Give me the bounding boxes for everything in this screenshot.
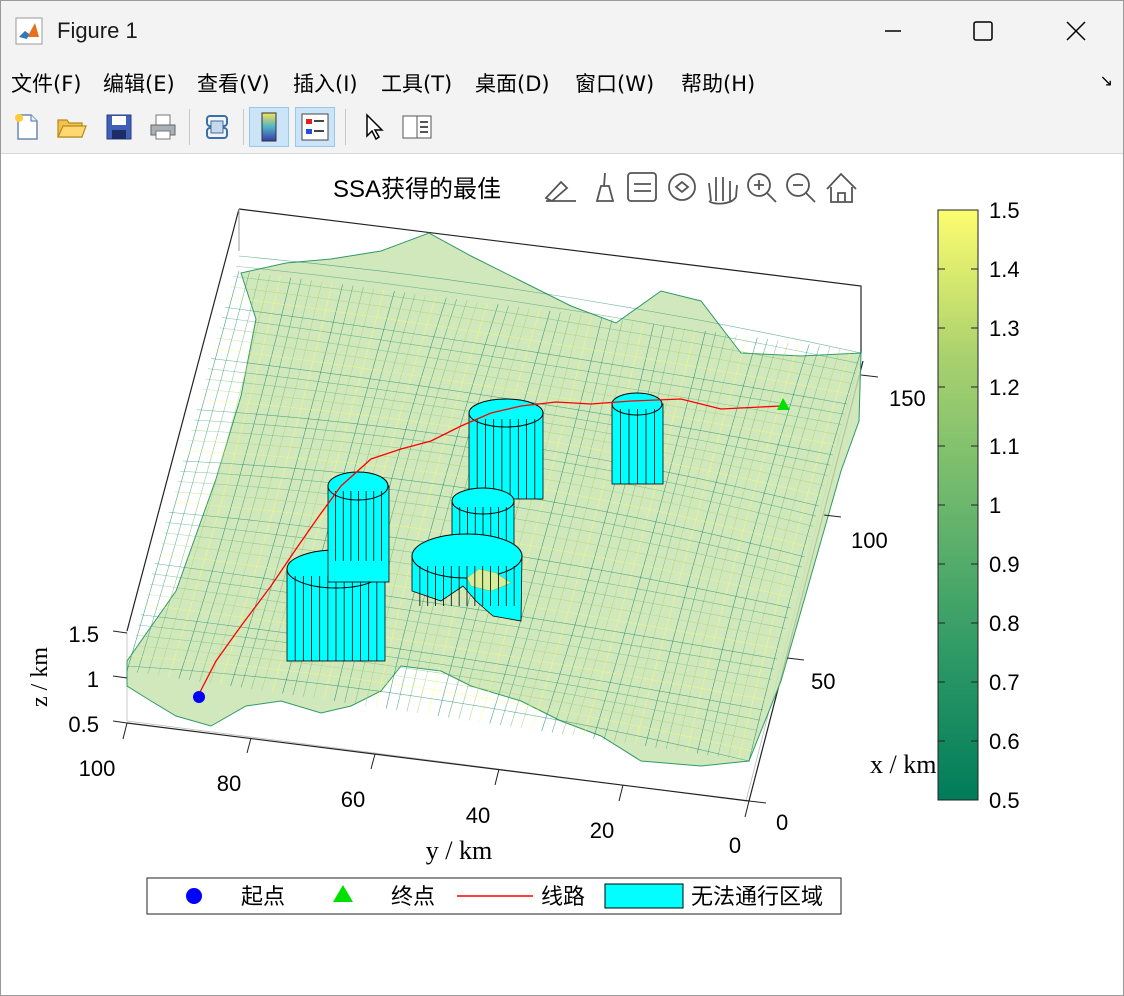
y-tick-label: 20	[590, 818, 614, 843]
y-axis-label: y / km	[426, 836, 492, 865]
title-bar[interactable]: Figure 1	[1, 1, 1123, 61]
matlab-app-icon	[15, 17, 43, 45]
colorbar-icon	[261, 112, 277, 142]
legend-label: 线路	[541, 884, 585, 909]
obstacle-cylinder	[611, 392, 664, 485]
toolbar-separator	[243, 109, 244, 145]
legend-label: 无法通行区域	[691, 884, 823, 909]
x-axis-label: x / km	[870, 750, 936, 779]
open-file-button[interactable]	[51, 107, 91, 147]
window-title: Figure 1	[57, 18, 138, 43]
colorbar-button[interactable]	[249, 107, 289, 147]
x-tick-label: 150	[889, 386, 926, 411]
link-plot-button[interactable]	[197, 107, 237, 147]
toolbar-separator	[189, 109, 190, 145]
figure-toolbar	[1, 101, 1123, 154]
colorbar-tick-label: 1.1	[989, 434, 1020, 459]
plot-svg: SSA获得的最佳 1.5 1 0.5 z / km 100 80 60 40 2…	[27, 172, 1020, 915]
menu-tools[interactable]: 工具(T)	[381, 68, 452, 98]
menu-desktop[interactable]: 桌面(D)	[475, 68, 550, 98]
close-icon	[1066, 21, 1086, 41]
colorbar-tick-label: 0.9	[989, 552, 1020, 577]
colorbar-tick-label: 0.5	[989, 788, 1020, 813]
x-tick-label: 50	[811, 669, 835, 694]
start-point-marker	[193, 691, 205, 703]
legend-obstacle-patch	[604, 883, 684, 909]
y-tick-label: 0	[729, 833, 741, 858]
brush-edit-icon[interactable]	[544, 180, 576, 203]
menu-bar: 文件(F) 编辑(E) 查看(V) 插入(I) 工具(T) 桌面(D) 窗口(W…	[1, 61, 1123, 101]
x-tick-label: 0	[776, 810, 788, 835]
menu-view[interactable]: 查看(V)	[197, 68, 270, 98]
y-tick-label: 60	[341, 787, 365, 812]
new-figure-button[interactable]	[7, 107, 47, 147]
menu-edit[interactable]: 编辑(E)	[103, 68, 175, 98]
save-icon	[106, 114, 132, 140]
y-tick-label: 100	[79, 756, 116, 781]
legend-button[interactable]	[295, 107, 335, 147]
menu-window[interactable]: 窗口(W)	[575, 68, 654, 98]
home-icon[interactable]	[826, 172, 857, 203]
x-tick-label: 100	[851, 528, 888, 553]
figure-canvas: SSA获得的最佳 1.5 1 0.5 z / km 100 80 60 40 2…	[1, 154, 1123, 995]
save-button[interactable]	[99, 107, 139, 147]
print-icon	[150, 114, 176, 140]
dock-arrow-icon[interactable]: ↘	[1100, 71, 1113, 90]
zoom-out-icon[interactable]	[786, 173, 816, 203]
y-tick-label: 40	[466, 803, 490, 828]
z-axis-label: z / km	[27, 647, 53, 707]
minimize-button[interactable]	[853, 1, 933, 61]
toolbar-separator	[345, 109, 346, 145]
obstacle-cylinder	[327, 471, 390, 583]
legend-label: 起点	[241, 884, 285, 909]
colorbar-tick-label: 1.3	[989, 316, 1020, 341]
chart-title: SSA获得的最佳	[333, 176, 501, 203]
legend-label: 终点	[391, 884, 435, 909]
new-figure-icon	[15, 114, 38, 140]
legend[interactable]: 起点 终点 线路 无法通行区域	[146, 877, 842, 915]
obstacle-cylinder	[468, 398, 544, 500]
colorbar-tick-label: 0.8	[989, 611, 1020, 636]
colorbar-tick-label: 1.2	[989, 375, 1020, 400]
menu-help[interactable]: 帮助(H)	[681, 68, 755, 98]
property-inspector-icon	[402, 115, 432, 139]
colorbar-tick-label: 0.7	[989, 670, 1020, 695]
maximize-button[interactable]	[943, 1, 1023, 61]
data-brush-icon[interactable]	[595, 172, 615, 202]
z-tick-label: 1.5	[68, 622, 99, 647]
link-plot-icon	[206, 115, 228, 139]
z-tick-label: 0.5	[68, 712, 99, 737]
zoom-in-icon[interactable]	[747, 173, 777, 203]
pointer-button[interactable]	[353, 107, 393, 147]
property-inspector-button[interactable]	[397, 107, 437, 147]
legend-start-marker	[186, 888, 202, 904]
pointer-icon	[366, 113, 384, 141]
axes-toolbar	[544, 172, 857, 205]
colorbar[interactable]: 0.5 0.6 0.7 0.8 0.9 1 1.1 1.2 1.3 1.4 1.5	[937, 198, 1020, 813]
pan-icon[interactable]	[708, 177, 738, 205]
print-button[interactable]	[143, 107, 183, 147]
maximize-icon	[973, 21, 993, 41]
open-file-icon	[57, 119, 87, 138]
menu-insert[interactable]: 插入(I)	[293, 68, 358, 98]
figure-window: Figure 1 文件(F) 编辑(E) 查看(V) 插入(I) 工具(T) 桌…	[0, 0, 1124, 996]
menu-file[interactable]: 文件(F)	[11, 68, 81, 98]
legend-icon	[301, 113, 329, 141]
z-axis: 1.5 1 0.5 z / km	[27, 622, 128, 737]
minimize-icon	[885, 30, 901, 32]
close-button[interactable]	[1036, 1, 1116, 61]
rotate-3d-icon[interactable]	[668, 173, 696, 201]
colorbar-tick-label: 0.6	[989, 729, 1020, 754]
y-tick-label: 80	[217, 771, 241, 796]
z-tick-label: 1	[87, 667, 99, 692]
datatip-icon[interactable]	[627, 172, 657, 202]
colorbar-tick-label: 1.5	[989, 198, 1020, 223]
colorbar-tick-label: 1.4	[989, 257, 1020, 282]
colorbar-tick-label: 1	[989, 493, 1001, 518]
